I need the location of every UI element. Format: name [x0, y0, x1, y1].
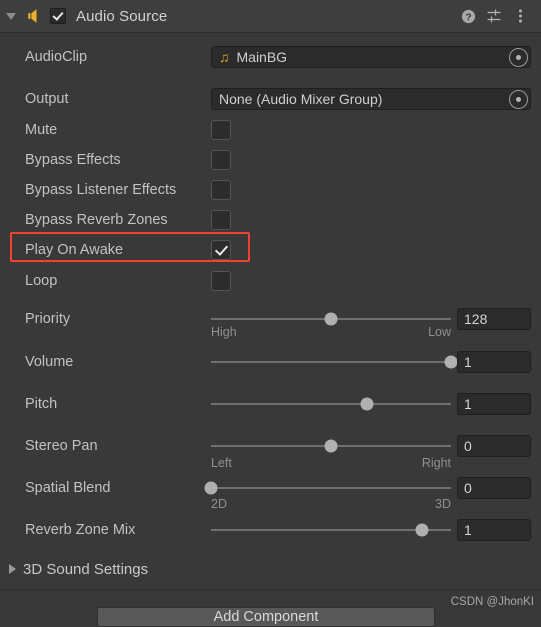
bypass-listener-effects-checkbox[interactable]	[211, 180, 231, 200]
row-audio-clip: AudioClip ♫ MainBG	[0, 44, 541, 70]
volume-slider-track[interactable]	[211, 361, 451, 363]
chevron-right-icon	[9, 564, 16, 574]
bypass-effects-label: Bypass Effects	[25, 152, 121, 168]
pitch-slider-handle[interactable]	[360, 397, 374, 411]
three-d-sound-settings-label: 3D Sound Settings	[23, 560, 149, 578]
reverb-zone-mix-slider[interactable]	[211, 517, 451, 543]
watermark: CSDN @JhonKI	[450, 596, 534, 608]
bypass-reverb-zones-checkbox[interactable]	[211, 210, 231, 230]
stereo-pan-slider-handle[interactable]	[324, 439, 338, 453]
stereo-pan-slider-end-labels: Left Right	[211, 456, 451, 470]
priority-min-label: High	[211, 325, 237, 339]
volume-value-field[interactable]: 1	[457, 351, 531, 373]
spatial-blend-value-field[interactable]: 0	[457, 477, 531, 499]
bypass-reverb-zones-label: Bypass Reverb Zones	[25, 212, 168, 228]
reverb-zone-mix-slider-handle[interactable]	[415, 523, 429, 537]
stereo-pan-value: 0	[464, 438, 472, 454]
play-on-awake-label: Play On Awake	[25, 242, 124, 258]
spatial-blend-value: 0	[464, 480, 472, 496]
loop-checkbox[interactable]	[211, 271, 231, 291]
row-mute: Mute	[0, 117, 541, 143]
mute-label: Mute	[25, 122, 58, 138]
reverb-zone-mix-value: 1	[464, 522, 472, 538]
volume-slider[interactable]	[211, 349, 458, 375]
three-d-sound-settings-foldout[interactable]: 3D Sound Settings	[0, 555, 541, 583]
spatial-blend-min-label: 2D	[211, 497, 227, 511]
mute-checkbox[interactable]	[211, 120, 231, 140]
priority-label: Priority	[25, 311, 71, 327]
row-pitch: Pitch 1	[0, 391, 541, 417]
spatial-blend-label: Spatial Blend	[25, 480, 111, 496]
play-on-awake-checkbox[interactable]	[211, 240, 231, 260]
pitch-label: Pitch	[25, 396, 58, 412]
music-note-icon: ♫	[219, 49, 230, 65]
component-title: Audio Source	[76, 7, 168, 25]
stereo-pan-label: Stereo Pan	[25, 438, 98, 454]
priority-slider-end-labels: High Low	[211, 325, 451, 339]
pitch-slider-track[interactable]	[211, 403, 451, 405]
row-bypass-listener-effects: Bypass Listener Effects	[0, 177, 541, 203]
component-enabled-checkbox[interactable]	[50, 8, 66, 24]
bypass-effects-checkbox[interactable]	[211, 150, 231, 170]
row-play-on-awake: Play On Awake	[0, 237, 541, 263]
row-output: Output None (Audio Mixer Group)	[0, 86, 541, 112]
priority-max-label: Low	[428, 325, 451, 339]
reverb-zone-mix-value-field[interactable]: 1	[457, 519, 531, 541]
audio-clip-label: AudioClip	[25, 49, 88, 65]
volume-value: 1	[464, 354, 472, 370]
output-object-field[interactable]: None (Audio Mixer Group)	[211, 88, 531, 110]
pitch-value-field[interactable]: 1	[457, 393, 531, 415]
audio-clip-object-field[interactable]: ♫ MainBG	[211, 46, 531, 68]
audio-clip-value: MainBG	[236, 49, 288, 65]
preset-settings-icon[interactable]	[482, 4, 506, 28]
loop-label: Loop	[25, 273, 58, 289]
priority-value: 128	[464, 311, 488, 327]
spatial-blend-slider-track[interactable]	[211, 487, 451, 489]
help-icon[interactable]: ?	[456, 4, 480, 28]
row-reverb-zone-mix: Reverb Zone Mix 1	[0, 517, 541, 543]
output-value: None (Audio Mixer Group)	[219, 91, 383, 107]
more-options-icon[interactable]	[508, 4, 532, 28]
audio-speaker-icon	[22, 0, 46, 32]
spatial-blend-slider-end-labels: 2D 3D	[211, 497, 451, 511]
stereo-pan-min-label: Left	[211, 456, 232, 470]
volume-label: Volume	[25, 354, 74, 370]
priority-value-field[interactable]: 128	[457, 308, 531, 330]
row-bypass-effects: Bypass Effects	[0, 147, 541, 173]
row-bypass-reverb-zones: Bypass Reverb Zones	[0, 207, 541, 233]
row-volume: Volume 1	[0, 349, 541, 375]
row-loop: Loop	[0, 268, 541, 294]
output-object-picker-icon[interactable]	[509, 89, 528, 109]
component-foldout-toggle[interactable]	[0, 0, 22, 32]
audio-clip-object-picker-icon[interactable]	[509, 47, 528, 67]
spatial-blend-max-label: 3D	[435, 497, 451, 511]
pitch-value: 1	[464, 396, 472, 412]
output-label: Output	[25, 91, 69, 107]
add-component-button[interactable]: Add Component	[97, 607, 435, 627]
unity-inspector-panel: Audio Source ? AudioClip ♫ MainBG Output…	[0, 0, 541, 627]
reverb-zone-mix-label: Reverb Zone Mix	[25, 522, 136, 538]
chevron-down-icon	[6, 12, 16, 20]
stereo-pan-value-field[interactable]: 0	[457, 435, 531, 457]
stereo-pan-max-label: Right	[421, 456, 451, 470]
spatial-blend-slider-handle[interactable]	[204, 481, 218, 495]
volume-slider-handle[interactable]	[444, 355, 458, 369]
pitch-slider[interactable]	[211, 391, 451, 417]
svg-text:?: ?	[465, 12, 471, 23]
audio-source-component-header[interactable]: Audio Source ?	[0, 0, 541, 33]
header-actions: ?	[456, 4, 541, 28]
bypass-listener-effects-label: Bypass Listener Effects	[25, 182, 177, 198]
priority-slider-handle[interactable]	[324, 312, 338, 326]
